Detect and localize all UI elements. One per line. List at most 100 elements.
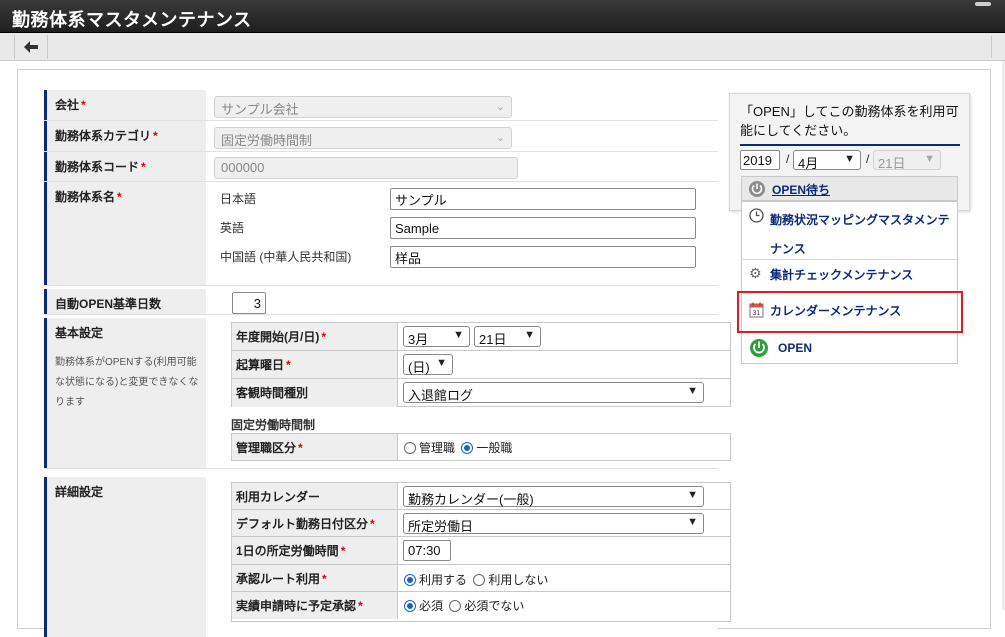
manager-radio-option[interactable] xyxy=(404,442,416,454)
pre-approval-radio-group: 必須 必須でない xyxy=(404,597,527,614)
objective-time-label: 客観時間種別 xyxy=(232,379,398,407)
daily-hours-input[interactable] xyxy=(403,540,451,561)
open-year-input[interactable] xyxy=(740,150,780,170)
row-company: 会社 * サンプル会社 ⌄ xyxy=(44,90,718,121)
date-separator: / xyxy=(786,152,790,166)
row-calendar: 利用カレンダー 勤務カレンダー(一般) ▼ xyxy=(232,483,730,510)
chevron-down-icon: ▼ xyxy=(687,489,698,501)
lang-label-en: 英語 xyxy=(220,221,245,235)
date-separator: / xyxy=(866,152,870,166)
open-month-select[interactable]: 4月 ▼ xyxy=(793,150,861,171)
row-pre-approval: 実績申請時に予定承認 * 必須 必須でない xyxy=(232,592,730,619)
name-label: 勤務体系名 * xyxy=(44,182,206,285)
name-zh-input[interactable] xyxy=(390,246,696,268)
pre-approval-optional-label: 必須でない xyxy=(464,599,525,613)
menu-item-mapping[interactable]: 勤務状況マッピングマスタメンテナンス xyxy=(742,202,957,260)
year-start-day-select[interactable]: 21日 ▼ xyxy=(474,326,541,347)
manager-radio-group: 管理職 一般職 xyxy=(404,439,515,456)
chevron-down-icon: ▼ xyxy=(524,329,535,341)
detail-settings-label: 詳細設定 xyxy=(44,477,206,637)
basic-settings-label: 基本設定 勤務体系がOPENする(利用可能な状態になる)と変更できなくなります xyxy=(44,318,206,468)
manager-option-label: 管理職 xyxy=(419,441,456,455)
approval-route-radio-group: 利用する 利用しない xyxy=(404,571,551,588)
pre-approval-required-radio[interactable] xyxy=(404,600,416,612)
row-code: 勤務体系コード * 000000 xyxy=(44,152,718,182)
chevron-down-icon: ▼ xyxy=(453,329,464,341)
menu-item-aggregate-check[interactable]: ⚙ 集計チェックメンテナンス xyxy=(742,260,957,292)
default-day-select[interactable]: 所定労働日 ▼ xyxy=(403,513,704,534)
chevron-down-icon: ⌄ xyxy=(495,101,505,113)
open-status-label: OPEN待ち xyxy=(772,183,831,197)
row-approval-route: 承認ルート利用 * 利用する 利用しない xyxy=(232,565,730,592)
row-manager: 管理職区分 * 管理職 一般職 xyxy=(232,434,730,460)
approval-route-use-radio[interactable] xyxy=(404,574,416,586)
gear-icon: ⚙ xyxy=(749,265,762,281)
category-label: 勤務体系カテゴリ * xyxy=(44,121,206,151)
power-icon xyxy=(749,181,765,197)
category-select[interactable]: 固定労働時間制 ⌄ xyxy=(214,127,512,149)
week-start-label: 起算曜日 * xyxy=(232,351,398,378)
open-instruction: 「OPEN」してこの勤務体系を利用可能にしてください。 xyxy=(740,102,960,146)
title-bar: 勤務体系マスタメンテナンス xyxy=(0,0,1005,33)
row-year-start: 年度開始(月/日) * 3月 ▼ 21日 ▼ xyxy=(232,323,730,351)
name-ja-input[interactable] xyxy=(390,188,696,210)
lang-label-ja: 日本語 xyxy=(220,192,257,206)
daily-hours-label: 1日の所定労働時間 * xyxy=(232,537,398,564)
pre-approval-required-label: 必須 xyxy=(419,599,444,613)
calendar-maintenance-highlight xyxy=(737,291,963,333)
auto-open-label: 自動OPEN基準日数 xyxy=(44,289,206,314)
pre-approval-optional-radio[interactable] xyxy=(449,600,462,612)
basic-settings-table: 年度開始(月/日) * 3月 ▼ 21日 ▼ 起算曜日 * (日) ▼ 客観時間種別 入退… xyxy=(231,322,731,407)
action-menu: 勤務状況マッピングマスタメンテナンス ⚙ 集計チェックメンテナンス 31 カレン… xyxy=(741,201,958,364)
open-day-select[interactable]: 21日 ▼ xyxy=(873,150,941,171)
auto-open-days-input[interactable] xyxy=(232,292,266,314)
manager-label: 管理職区分 * xyxy=(232,434,398,460)
back-button[interactable] xyxy=(14,35,48,59)
clock-icon xyxy=(749,208,764,223)
open-status-toggle[interactable]: OPEN待ち xyxy=(741,176,958,201)
general-option-label: 一般職 xyxy=(476,441,513,455)
basic-settings-note: 勤務体系がOPENする(利用可能な状態になる)と変更できなくなります xyxy=(55,357,199,408)
year-start-month-select[interactable]: 3月 ▼ xyxy=(403,326,470,347)
lang-label-zh: 中国語 (中華人民共和国) xyxy=(220,250,352,264)
calendar-label: 利用カレンダー xyxy=(232,483,398,509)
approval-route-nouse-label: 利用しない xyxy=(488,573,549,587)
code-field: 000000 xyxy=(214,157,518,179)
row-category: 勤務体系カテゴリ * 固定労働時間制 ⌄ xyxy=(44,121,718,152)
default-day-label: デフォルト勤務日付区分 * xyxy=(232,510,398,536)
arrow-left-icon xyxy=(24,41,38,53)
toolbar-divider xyxy=(991,36,1005,58)
row-objective-time: 客観時間種別 入退館ログ ▼ xyxy=(232,379,730,407)
chevron-down-icon: ▼ xyxy=(924,153,935,165)
menu-item-label: 集計チェックメンテナンス xyxy=(770,268,914,282)
calendar-select[interactable]: 勤務カレンダー(一般) ▼ xyxy=(403,486,704,507)
year-start-label: 年度開始(月/日) * xyxy=(232,323,398,350)
objective-time-select[interactable]: 入退館ログ ▼ xyxy=(403,382,704,403)
menu-item-label: 勤務状況マッピングマスタメンテナンス xyxy=(770,213,950,256)
manager-table: 管理職区分 * 管理職 一般職 xyxy=(231,433,731,461)
row-detail-settings: 詳細設定 利用カレンダー 勤務カレンダー(一般) ▼ デフォルト勤務日付区分 * 所… xyxy=(44,477,731,637)
week-start-select[interactable]: (日) ▼ xyxy=(403,354,453,375)
row-default-day: デフォルト勤務日付区分 * 所定労働日 ▼ xyxy=(232,510,730,537)
approval-route-nouse-radio[interactable] xyxy=(473,574,486,586)
company-label: 会社 * xyxy=(44,90,206,120)
general-radio-option[interactable] xyxy=(461,442,474,454)
row-basic-settings: 基本設定 勤務体系がOPENする(利用可能な状態になる)と変更できなくなります … xyxy=(44,318,731,469)
chevron-down-icon: ▼ xyxy=(687,385,698,397)
page-title: 勤務体系マスタメンテナンス xyxy=(12,10,252,30)
approval-route-use-label: 利用する xyxy=(419,573,468,587)
chevron-down-icon: ⌄ xyxy=(495,132,505,144)
chevron-down-icon: ▼ xyxy=(436,357,447,369)
row-daily-hours: 1日の所定労働時間 * xyxy=(232,537,730,565)
row-week-start: 起算曜日 * (日) ▼ xyxy=(232,351,730,379)
chevron-down-icon: ▼ xyxy=(844,153,855,165)
name-en-input[interactable] xyxy=(390,217,696,239)
toolbar xyxy=(0,33,1005,61)
fixed-labor-section-title: 固定労働時間制 xyxy=(231,418,316,432)
code-label: 勤務体系コード * xyxy=(44,152,206,181)
company-select[interactable]: サンプル会社 ⌄ xyxy=(214,96,512,118)
row-auto-open: 自動OPEN基準日数 xyxy=(44,289,718,315)
power-icon xyxy=(750,339,768,357)
row-name: 勤務体系名* 日本語 英語 中国語 (中華人民共和国) xyxy=(44,182,718,286)
menu-item-open[interactable]: OPEN xyxy=(742,332,957,364)
